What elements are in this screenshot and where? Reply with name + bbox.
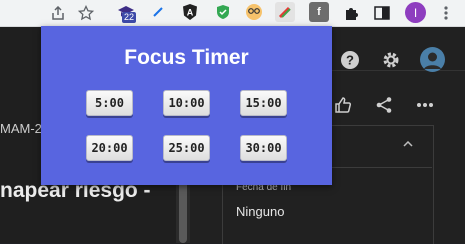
browser-toolbar: 22 A f I <box>0 0 465 27</box>
color-picker-extension-icon[interactable] <box>275 2 295 22</box>
angular-extension-icon[interactable]: A <box>180 2 200 22</box>
shield-extension-icon[interactable] <box>213 2 233 22</box>
timer-20min-button[interactable]: 20:00 <box>86 135 133 161</box>
timer-30min-button[interactable]: 30:00 <box>240 135 287 161</box>
timer-10min-button[interactable]: 10:00 <box>163 90 210 116</box>
svg-text:?: ? <box>346 53 354 68</box>
timer-5min-button[interactable]: 5:00 <box>86 90 133 116</box>
timer-15min-button[interactable]: 15:00 <box>240 90 287 116</box>
profile-avatar[interactable]: I <box>405 2 426 23</box>
settings-gear-icon[interactable] <box>380 49 402 71</box>
help-icon[interactable]: ? <box>339 49 361 71</box>
more-options-icon[interactable] <box>414 95 436 115</box>
svg-text:A: A <box>187 8 194 18</box>
glasses-face-extension-icon[interactable] <box>244 2 264 22</box>
focus-timer-popup: Focus Timer 5:00 10:00 15:00 20:00 25:00… <box>41 26 332 185</box>
scrollbar-thumb[interactable] <box>179 178 187 243</box>
bookmark-star-icon[interactable] <box>76 3 96 23</box>
field-value: Ninguno <box>236 204 285 219</box>
f-extension-icon[interactable]: f <box>309 2 329 22</box>
share-icon[interactable] <box>48 3 68 23</box>
chevron-up-icon[interactable] <box>400 137 416 151</box>
popup-title: Focus Timer <box>124 46 249 69</box>
more-menu-icon[interactable] <box>436 3 456 23</box>
user-avatar[interactable] <box>420 47 445 72</box>
issue-key-text: MAM-2 <box>0 121 42 136</box>
share-icon[interactable] <box>374 95 394 115</box>
side-panel-icon[interactable] <box>372 3 392 23</box>
timer-25min-button[interactable]: 25:00 <box>163 135 210 161</box>
pen-extension-icon[interactable] <box>148 2 168 22</box>
extension-badge: 22 <box>122 12 137 23</box>
thumbs-up-icon[interactable] <box>333 95 353 115</box>
puzzle-extensions-icon[interactable] <box>342 3 362 23</box>
